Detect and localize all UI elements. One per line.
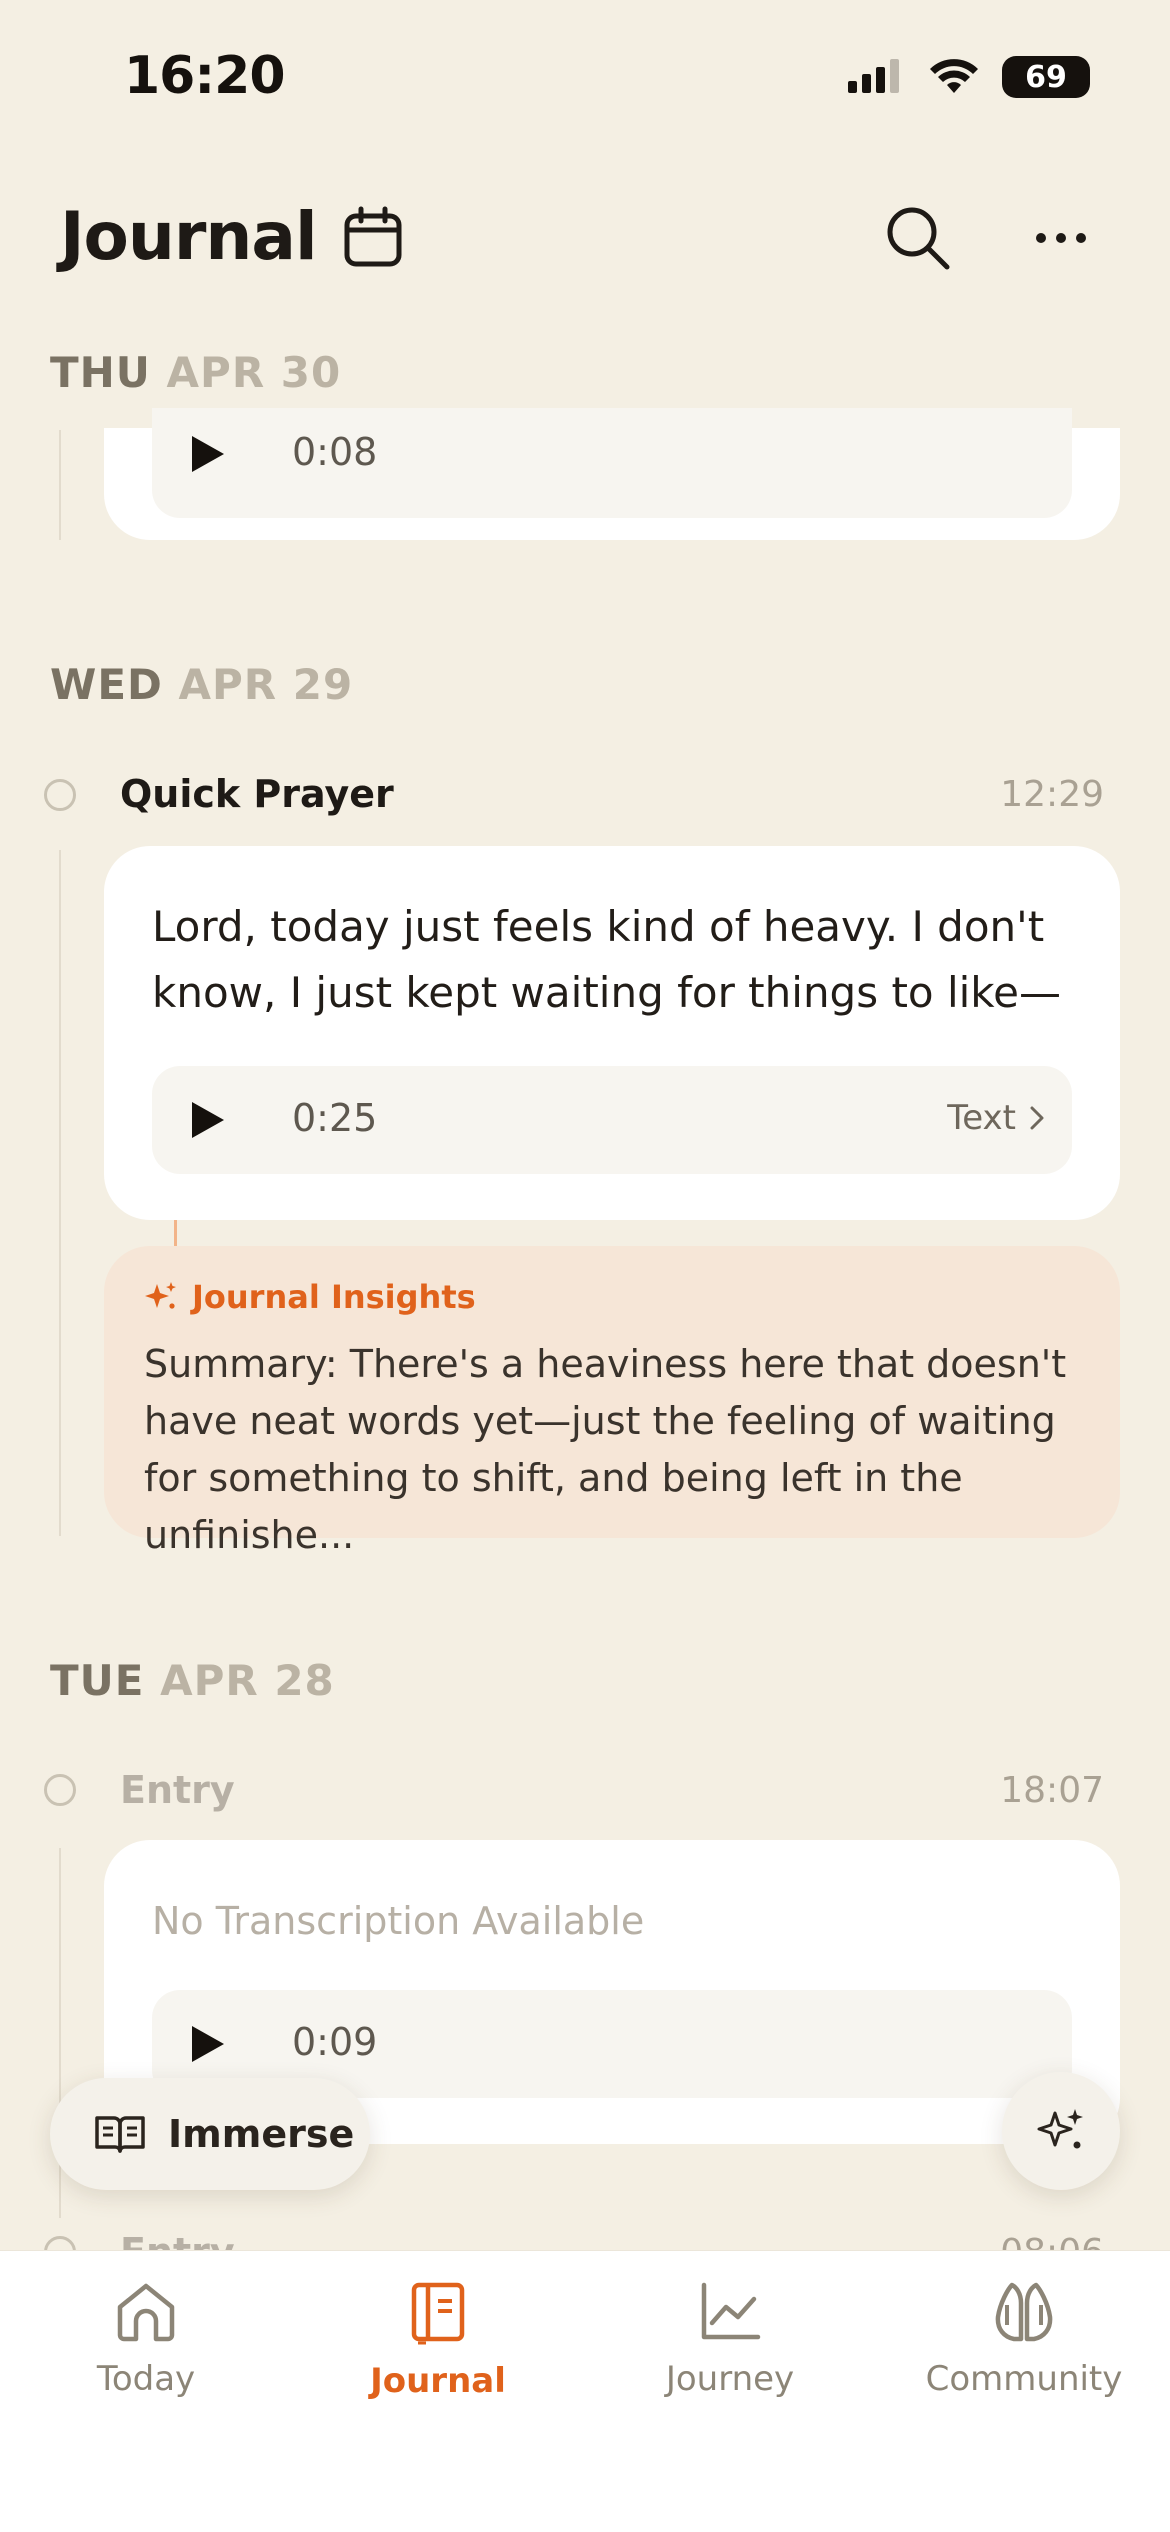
month-day: APR 29 (178, 660, 354, 709)
insights-summary: Summary: There's a heaviness here that d… (144, 1342, 1067, 1557)
timeline-dot (44, 1774, 76, 1806)
cellular-signal-icon (848, 59, 899, 93)
search-icon (887, 207, 950, 270)
play-icon[interactable] (190, 434, 226, 474)
entry-time: 12:29 (1000, 774, 1104, 815)
timeline-line (59, 850, 61, 1536)
insights-connector (174, 1220, 177, 1248)
immerse-label: Immerse (168, 2112, 355, 2156)
tab-label: Community (925, 2359, 1123, 2399)
date-header: THU APR 30 (50, 348, 341, 397)
date-header: WED APR 29 (50, 660, 353, 709)
insights-label: Journal Insights (192, 1278, 476, 1316)
more-horizontal-icon (1036, 233, 1086, 243)
audio-player: 0:25 Text (152, 1066, 1072, 1174)
tab-today[interactable]: Today (26, 2281, 266, 2399)
audio-duration: 0:08 (292, 430, 378, 474)
date-header: TUE APR 28 (50, 1656, 335, 1705)
entry-transcript: No Transcription Available (152, 1899, 645, 1943)
sparkle-icon (1037, 2109, 1083, 2149)
entry-card[interactable]: Lord, today just feels kind of heavy. I … (104, 846, 1120, 1220)
entry-title: Quick Prayer (120, 772, 394, 816)
home-icon (117, 2283, 175, 2342)
calendar-button[interactable] (338, 202, 408, 272)
timeline-dot (44, 779, 76, 811)
journal-screen: 16:20 69 Journal THU APR 30 0:08 WED APR… (0, 0, 1170, 2532)
tab-label: Journal (370, 2361, 506, 2401)
audio-duration: 0:09 (292, 2020, 378, 2064)
entry-transcript: Lord, today just feels kind of heavy. I … (152, 902, 1061, 1017)
status-icons: 69 (846, 52, 1090, 102)
month-day: APR 28 (160, 1656, 335, 1705)
search-button[interactable] (880, 200, 956, 276)
tab-label: Today (96, 2359, 196, 2399)
day-of-week: WED (50, 660, 163, 709)
text-link-label: Text (947, 1098, 1016, 1138)
insights-header: Journal Insights (144, 1278, 476, 1316)
calendar-icon (344, 206, 402, 267)
tab-community[interactable]: Community (904, 2281, 1144, 2399)
immerse-button[interactable]: Immerse (50, 2078, 370, 2190)
status-time: 16:20 (124, 46, 286, 106)
month-day: APR 30 (166, 348, 342, 397)
entry-card[interactable]: 0:08 (104, 408, 1120, 540)
entry-title: Entry (120, 1768, 235, 1812)
tab-label: Journey (665, 2359, 795, 2399)
bottom-tab-bar: Today Journal Journey Community (0, 2250, 1170, 2532)
tab-journey[interactable]: Journey (610, 2281, 850, 2399)
audio-player: 0:08 (152, 408, 1072, 518)
praying-hands-icon (995, 2282, 1053, 2342)
chart-icon (701, 2282, 761, 2340)
chevron-right-icon (1030, 1106, 1044, 1130)
battery-level: 69 (1025, 59, 1067, 95)
audio-duration: 0:25 (292, 1096, 378, 1140)
open-book-icon (95, 2116, 145, 2153)
wifi-icon (930, 59, 978, 93)
day-of-week: TUE (50, 1656, 145, 1705)
entry-time: 18:07 (1000, 1770, 1104, 1811)
play-icon[interactable] (190, 2024, 226, 2064)
journal-icon (411, 2282, 465, 2345)
page-title: Journal (60, 198, 318, 275)
sparkle-icon (145, 1282, 176, 1309)
journal-insights-card[interactable]: Journal Insights Summary: There's a heav… (104, 1246, 1120, 1557)
day-of-week: THU (50, 348, 151, 397)
battery-indicator: 69 (1002, 56, 1090, 98)
ai-sparkle-button[interactable] (1002, 2072, 1120, 2190)
tab-journal[interactable]: Journal (318, 2281, 558, 2401)
more-options-button[interactable] (1026, 210, 1096, 266)
timeline-line (59, 430, 61, 540)
view-text-link[interactable]: Text (947, 1098, 1044, 1138)
play-icon[interactable] (190, 1100, 226, 1140)
